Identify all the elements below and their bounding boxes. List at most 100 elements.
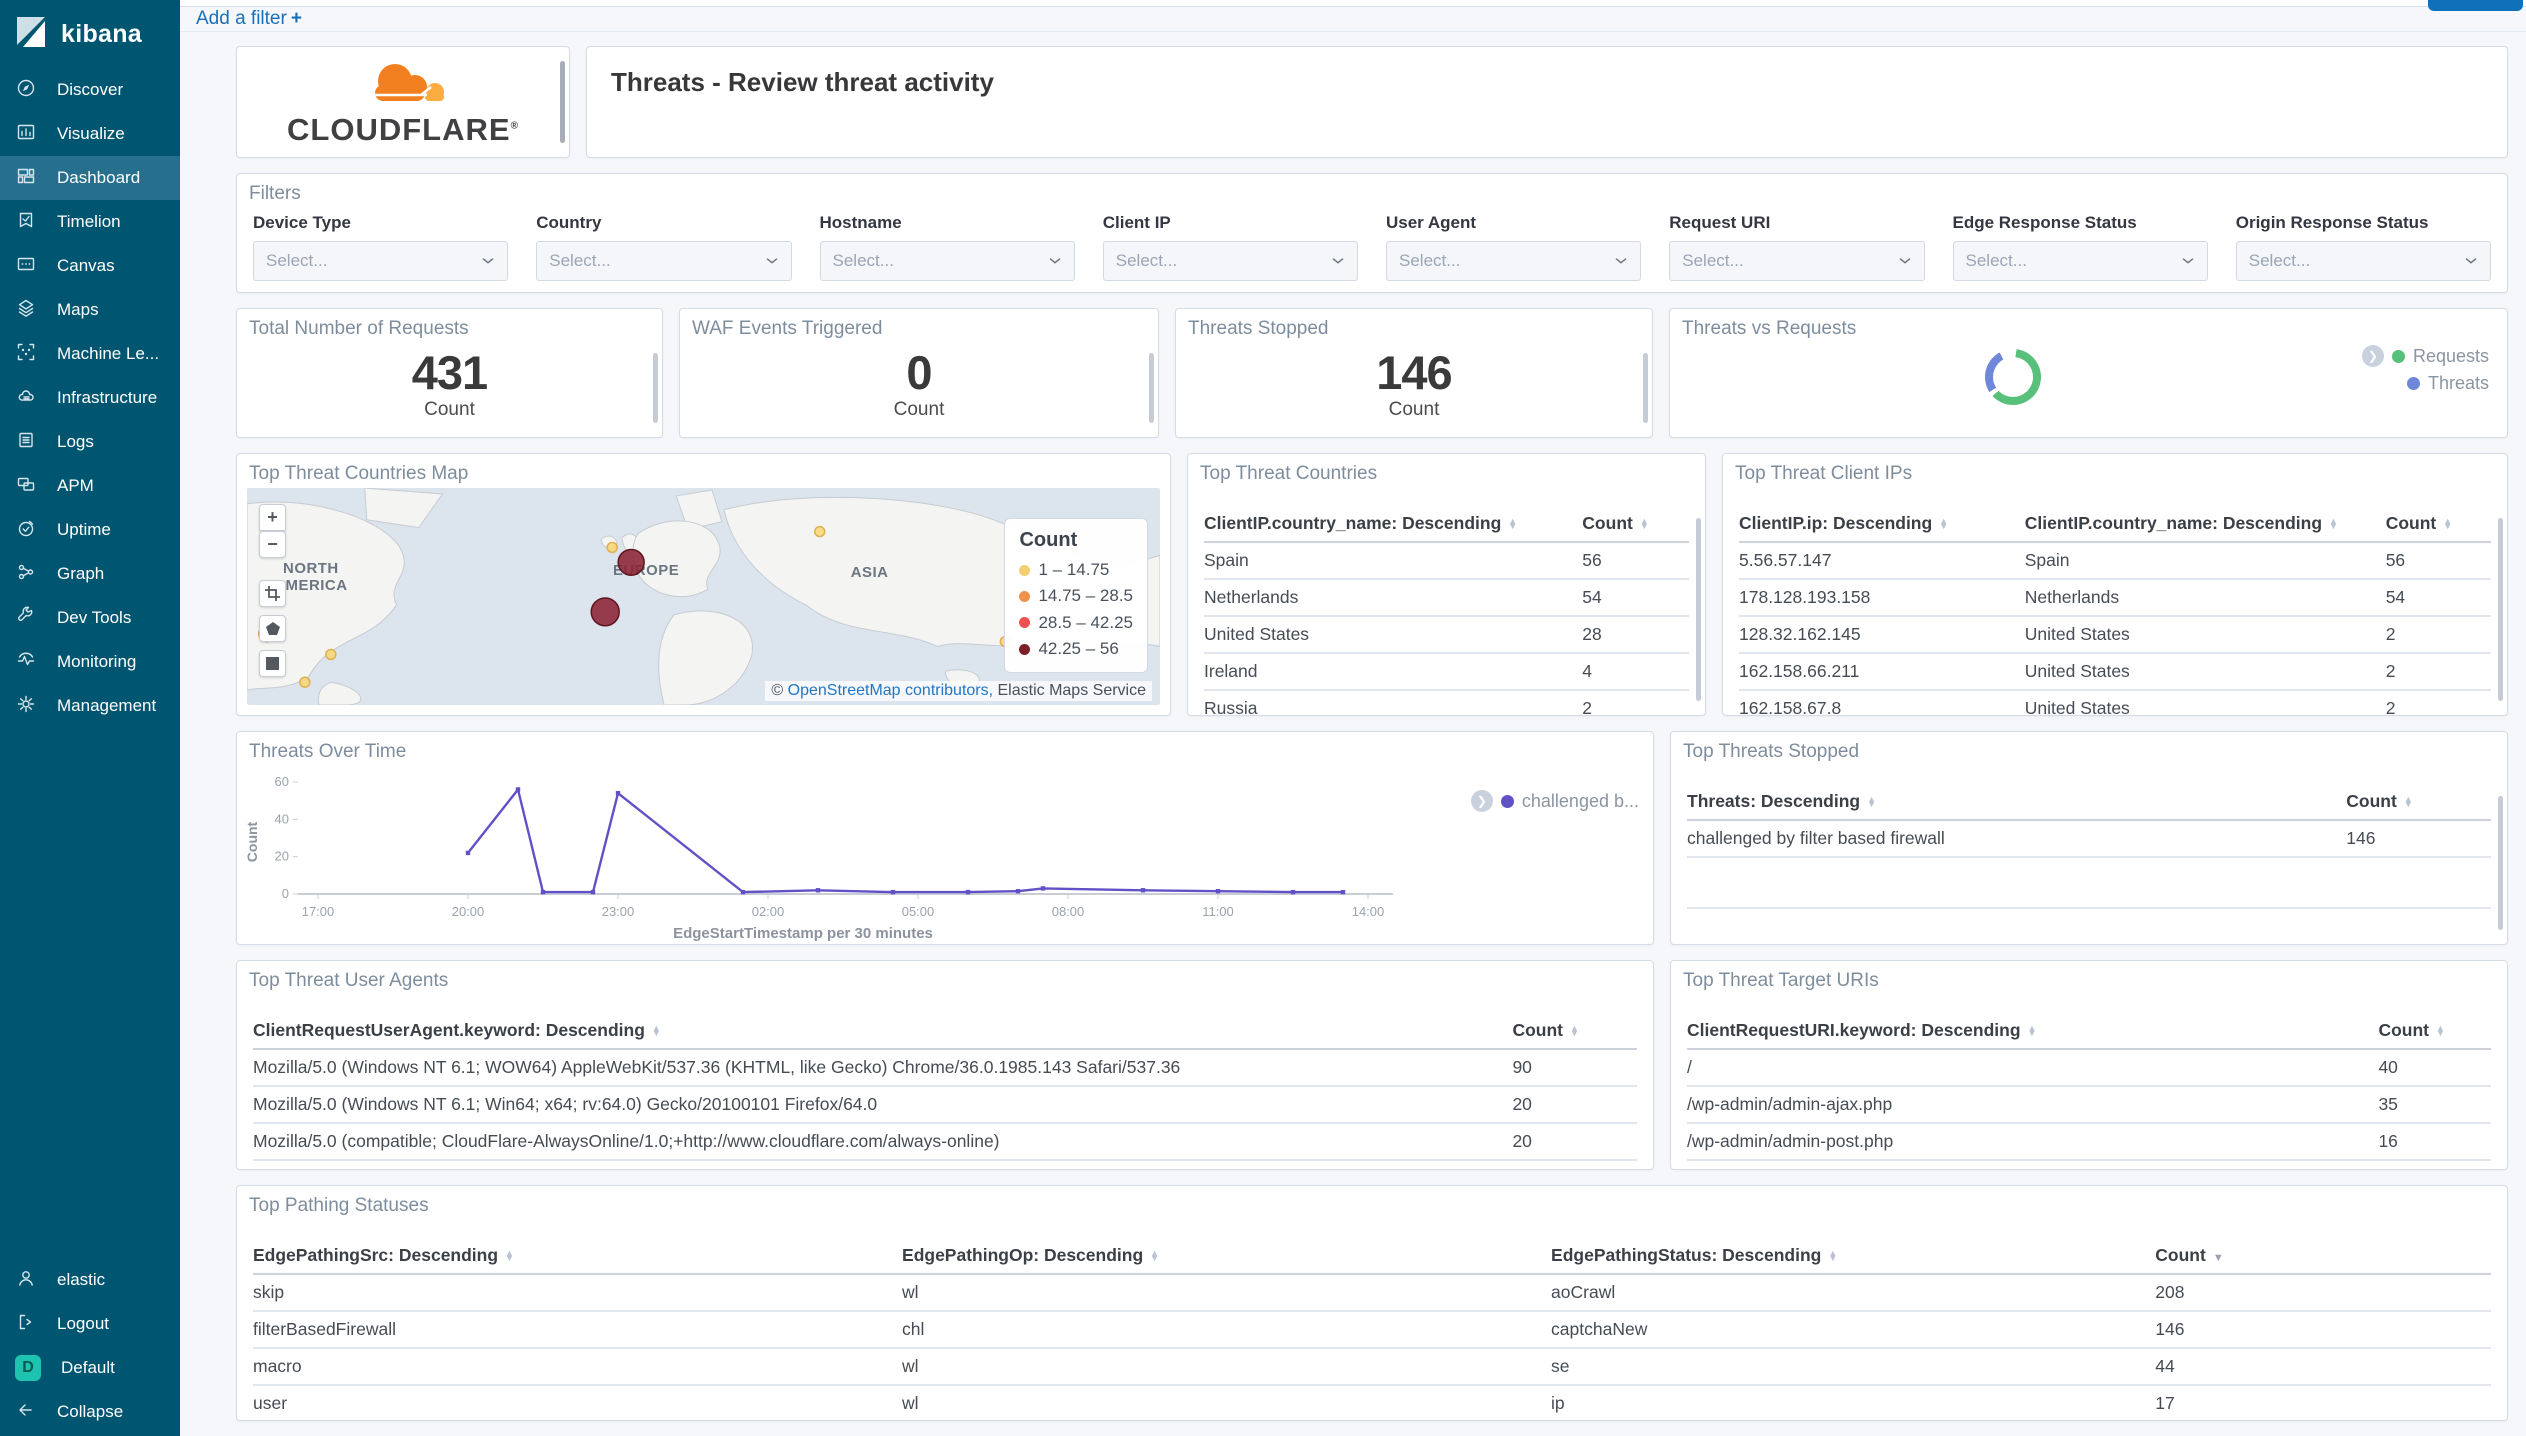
sidebar-item-graph[interactable]: Graph (0, 552, 180, 596)
table-row[interactable]: Netherlands 54 (1204, 579, 1689, 617)
update-button[interactable] (2428, 0, 2523, 11)
column-header[interactable]: Count ▲ ▼ (1512, 1012, 1637, 1050)
table-row[interactable]: Mozilla/5.0 (Windows NT 6.1; WOW64) Appl… (253, 1049, 1637, 1087)
sidebar-item-logout[interactable]: Logout (0, 1302, 180, 1346)
map-rectangle-tool-button[interactable] (259, 650, 286, 677)
sort-icon[interactable]: ▲ ▼ (505, 1249, 514, 1263)
map-data-point[interactable] (299, 676, 311, 688)
filter-select[interactable]: Select... (253, 241, 509, 281)
scrollbar[interactable] (2498, 796, 2503, 930)
series-label[interactable]: challenged b... (1522, 791, 1639, 812)
sidebar-item-discover[interactable]: Discover (0, 68, 180, 112)
filter-select[interactable]: Select... (1952, 241, 2208, 281)
table-row[interactable]: 128.32.162.145 United States 2 (1739, 616, 2491, 654)
sidebar-item-apm[interactable]: APM (0, 464, 180, 508)
filter-select[interactable]: Select... (1669, 241, 1925, 281)
column-header[interactable]: Threats: Descending ▲ ▼ (1687, 783, 2347, 821)
table-row[interactable]: Mozilla/5.0 (Windows NT 6.1; Win64; x64;… (253, 1086, 1637, 1124)
table-row[interactable]: 178.128.193.158 Netherlands 54 (1739, 579, 2491, 617)
map-data-point[interactable] (325, 648, 337, 661)
sort-icon[interactable]: ▲ ▼ (1867, 795, 1876, 809)
map-data-point[interactable] (617, 548, 645, 576)
sidebar-item-maps[interactable]: Maps (0, 288, 180, 332)
table-row[interactable]: skip wl aoCrawl 208 (253, 1274, 2491, 1312)
table-row[interactable]: /wp-admin/admin-ajax.php?action=update-z… (1687, 1160, 2491, 1169)
sort-icon[interactable]: ▲ ▼ (1150, 1249, 1159, 1263)
table-row[interactable]: 162.158.66.211 United States 2 (1739, 653, 2491, 691)
filter-select[interactable]: Select... (2235, 241, 2491, 281)
sort-icon[interactable]: ▲ ▼ (2443, 517, 2452, 531)
scrollbar[interactable] (1696, 518, 1701, 701)
threats-over-time-chart[interactable]: 0 20 40 60 17:00 20:00 23:00 02:00 05:00 08:00 11:… (243, 764, 1423, 944)
map-zoom-in-button[interactable]: + (259, 504, 286, 531)
sidebar-item-monitoring[interactable]: Monitoring (0, 640, 180, 684)
sidebar-item-elastic[interactable]: elastic (0, 1258, 180, 1302)
column-header[interactable]: EdgePathingStatus: Descending ▲ ▼ (1551, 1237, 2156, 1275)
sort-icon[interactable]: ▲ ▼ (1508, 517, 1517, 531)
scrollbar[interactable] (1643, 353, 1648, 423)
column-header[interactable]: Count ▲ ▼ (1582, 505, 1689, 543)
column-header[interactable]: EdgePathingSrc: Descending ▲ ▼ (253, 1237, 903, 1275)
map-data-point[interactable] (814, 525, 826, 538)
sidebar-item-management[interactable]: Management (0, 684, 180, 728)
table-row[interactable]: 5.56.57.147 Spain 56 (1739, 542, 2491, 580)
sidebar-item-canvas[interactable]: Canvas (0, 244, 180, 288)
table-row[interactable]: Mozilla/5.0 (compatible; MSIE 9.0; Windo… (253, 1160, 1637, 1169)
table-row[interactable]: challenged by filter based firewall 146 (1687, 820, 2491, 858)
table-row[interactable]: /wp-admin/admin-post.php 16 (1687, 1123, 2491, 1161)
sort-icon[interactable]: ▲ ▼ (2404, 795, 2413, 809)
map-polygon-tool-button[interactable] (259, 615, 286, 642)
sort-icon[interactable]: ▲ ▼ (1640, 517, 1649, 531)
sidebar-item-default[interactable]: D Default (0, 1346, 180, 1390)
sort-icon[interactable]: ▲ ▼ (1939, 517, 1948, 531)
scrollbar[interactable] (2498, 518, 2503, 701)
map-data-point[interactable] (590, 597, 620, 627)
filter-select[interactable]: Select... (1386, 241, 1642, 281)
table-row[interactable]: Mozilla/5.0 (compatible; CloudFlare-Alwa… (253, 1123, 1637, 1161)
table-row[interactable]: filterBasedFirewall chl captchaNew 146 (253, 1311, 2491, 1349)
scrollbar[interactable] (653, 353, 658, 423)
table-row[interactable]: 162.158.67.8 United States 2 (1739, 690, 2491, 715)
legend-item[interactable]: Threats (2406, 373, 2489, 394)
column-header[interactable]: ClientIP.ip: Descending ▲ ▼ (1739, 505, 2025, 543)
table-row[interactable]: /wp-admin/admin-ajax.php 35 (1687, 1086, 2491, 1124)
table-row[interactable] (1687, 857, 2491, 909)
expand-legend-icon[interactable]: ❯ (1470, 790, 1493, 812)
table-row[interactable] (1687, 908, 2491, 944)
sort-icon[interactable]: ▲ ▼ (1828, 1249, 1837, 1263)
sidebar-item-dev-tools[interactable]: Dev Tools (0, 596, 180, 640)
scrollbar[interactable] (1149, 353, 1154, 423)
table-row[interactable]: Russia 2 (1204, 690, 1689, 715)
table-row[interactable]: /40 (1687, 1049, 2491, 1087)
column-header[interactable]: Count ▲ ▼ (2346, 783, 2491, 821)
filter-select[interactable]: Select... (1102, 241, 1358, 281)
column-header[interactable]: ClientRequestUserAgent.keyword: Descendi… (253, 1012, 1513, 1050)
column-header[interactable]: ClientRequestURI.keyword: Descending ▲ ▼ (1687, 1012, 2379, 1050)
sort-desc-icon[interactable]: ▼ (2213, 1252, 2224, 1264)
filter-select[interactable]: Select... (536, 241, 792, 281)
sidebar-item-timelion[interactable]: Timelion (0, 200, 180, 244)
add-filter-link[interactable]: Add a filter + (196, 8, 302, 30)
sort-icon[interactable]: ▲ ▼ (2028, 1024, 2037, 1038)
map-crop-tool-button[interactable] (259, 580, 286, 607)
table-row[interactable]: United States 28 (1204, 616, 1689, 654)
scrollbar[interactable] (560, 61, 565, 143)
world-map[interactable]: NORTH AMERICA EUROPE ASIA + − Count 1 – … (247, 488, 1160, 705)
sort-icon[interactable]: ▲ ▼ (652, 1024, 661, 1038)
sidebar-item-logs[interactable]: Logs (0, 420, 180, 464)
map-data-point[interactable] (606, 541, 618, 554)
threats-vs-requests-donut[interactable] (1985, 349, 2041, 405)
sort-icon[interactable]: ▲ ▼ (2329, 517, 2338, 531)
table-row[interactable]: Spain 56 (1204, 542, 1689, 580)
sort-icon[interactable]: ▲ ▼ (2436, 1024, 2445, 1038)
column-header[interactable]: Count ▲ ▼ (2385, 505, 2491, 543)
sidebar-item-visualize[interactable]: Visualize (0, 112, 180, 156)
table-row[interactable]: Ireland 4 (1204, 653, 1689, 691)
kibana-logo[interactable]: kibana (0, 0, 180, 68)
column-header[interactable]: Count ▲ ▼ (2378, 1012, 2491, 1050)
osm-link[interactable]: OpenStreetMap contributors, (788, 682, 993, 699)
sidebar-item-collapse[interactable]: Collapse (0, 1390, 180, 1434)
sidebar-item-machine-le-[interactable]: Machine Le... (0, 332, 180, 376)
table-row[interactable]: user wl ip 17 (253, 1385, 2491, 1420)
column-header[interactable]: EdgePathingOp: Descending ▲ ▼ (902, 1237, 1552, 1275)
